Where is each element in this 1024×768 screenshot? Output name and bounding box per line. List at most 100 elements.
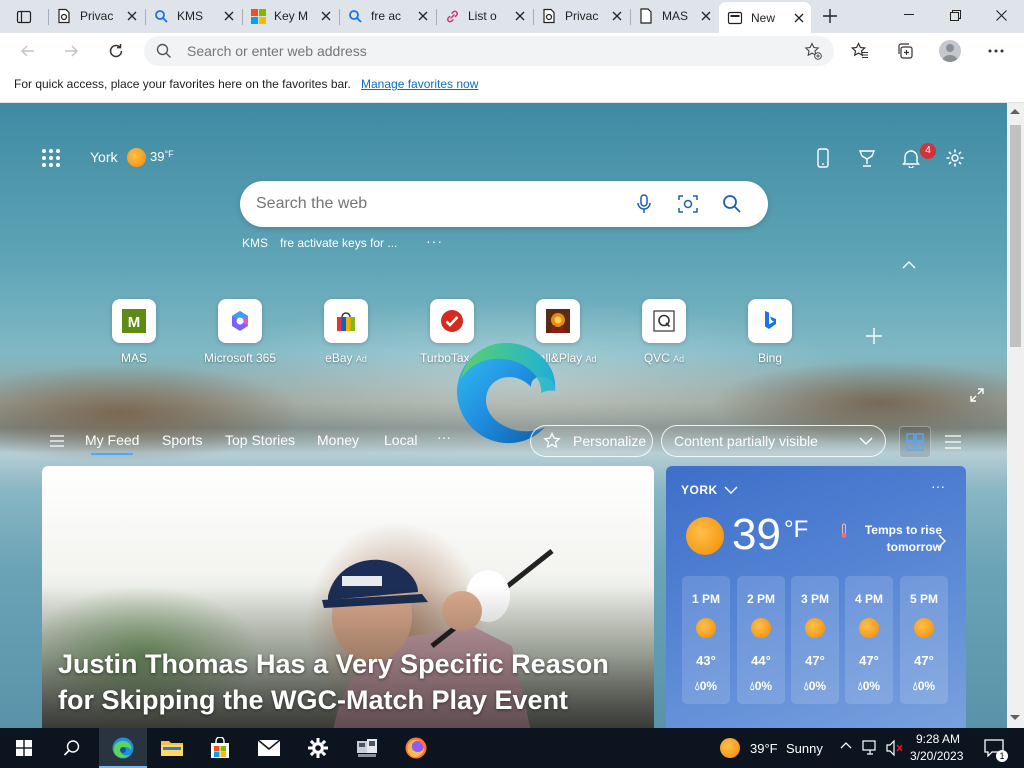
manage-favorites-link[interactable]: Manage favorites now	[361, 77, 478, 91]
ebay-icon	[324, 299, 368, 343]
recent-searches-more[interactable]: ···	[426, 233, 443, 249]
browser-tab-active[interactable]: New	[719, 2, 811, 33]
close-window-button[interactable]	[978, 0, 1024, 30]
scroll-up-arrow-icon[interactable]	[1010, 108, 1020, 114]
browser-tab[interactable]: Privac	[48, 2, 144, 30]
hour-time: 1 PM	[691, 592, 720, 606]
scrollbar-thumb[interactable]	[1010, 125, 1021, 347]
browser-tab[interactable]: KMS	[145, 2, 241, 30]
microphone-icon[interactable]	[633, 193, 655, 215]
close-tab-icon[interactable]	[787, 8, 811, 28]
feed-tab-sports[interactable]: Sports	[162, 432, 202, 448]
feed-tab-my-feed[interactable]: My Feed	[85, 432, 139, 455]
web-search-input[interactable]	[256, 181, 616, 227]
forward-button[interactable]	[57, 37, 85, 65]
quick-link-microsoft-365[interactable]: Microsoft 365	[195, 299, 285, 365]
quick-link-mas[interactable]: M MAS	[89, 299, 179, 365]
featured-article-card[interactable]: Justin Thomas Has a Very Specific Reason…	[42, 466, 654, 728]
clock-date[interactable]: 3/20/2023	[910, 749, 963, 763]
weather-location[interactable]: York	[90, 149, 118, 165]
app-launcher-icon[interactable]	[41, 148, 61, 168]
browser-tab[interactable]: MAS	[630, 2, 718, 30]
restore-button[interactable]	[932, 0, 978, 30]
mobile-phone-icon[interactable]	[810, 146, 836, 170]
weather-forecast-note[interactable]: Temps to rise tomorrow	[856, 522, 942, 556]
close-tab-icon[interactable]	[411, 6, 435, 26]
page-settings-gear-icon[interactable]	[942, 146, 968, 170]
expand-background-icon[interactable]	[970, 388, 984, 402]
browser-tab[interactable]: List o	[436, 2, 532, 30]
minimize-button[interactable]	[886, 0, 932, 30]
close-tab-icon[interactable]	[314, 6, 338, 26]
start-button[interactable]	[0, 728, 48, 768]
close-tab-icon[interactable]	[120, 6, 144, 26]
back-button[interactable]	[14, 37, 42, 65]
content-visibility-dropdown[interactable]: Content partially visible	[661, 425, 886, 457]
add-favorite-icon[interactable]	[804, 42, 822, 60]
personalize-button[interactable]: Personalize	[530, 425, 653, 457]
scroll-down-arrow-icon[interactable]	[1010, 715, 1020, 721]
taskbar-store[interactable]	[196, 728, 244, 768]
volume-muted-icon[interactable]	[886, 740, 904, 756]
chevron-right-icon[interactable]	[938, 534, 946, 548]
taskbar-mail[interactable]	[245, 728, 293, 768]
recent-search[interactable]: KMS	[242, 236, 268, 250]
weather-temperature[interactable]: 39°F	[150, 149, 174, 164]
store-bag-icon	[209, 737, 231, 759]
feed-tabs-more[interactable]: ···	[437, 429, 451, 445]
taskbar-weather-temp[interactable]: 39°F	[750, 741, 778, 756]
list-layout-button[interactable]	[937, 426, 969, 458]
precip-value: 0%	[917, 679, 936, 693]
new-tab-button[interactable]	[818, 5, 842, 27]
close-tab-icon[interactable]	[694, 6, 718, 26]
close-tab-icon[interactable]	[508, 6, 532, 26]
weather-more-button[interactable]: ···	[931, 478, 945, 494]
quick-link-ebay[interactable]: eBay Ad	[301, 299, 391, 365]
feed-tab-money[interactable]: Money	[317, 432, 359, 448]
close-tab-icon[interactable]	[217, 6, 241, 26]
taskbar-file-explorer[interactable]	[148, 728, 196, 768]
address-bar[interactable]	[144, 36, 834, 66]
grid-layout-button[interactable]	[899, 426, 931, 458]
network-icon[interactable]	[862, 740, 880, 756]
rewards-trophy-icon[interactable]	[854, 146, 880, 170]
favorites-button[interactable]	[846, 37, 874, 65]
close-tab-icon[interactable]	[605, 6, 629, 26]
taskbar-weather-sun-icon[interactable]	[720, 738, 740, 758]
weather-card[interactable]: YORK ··· 39 °F Temps to rise tomorrow 1 …	[666, 466, 966, 728]
browser-tab[interactable]: Key M	[242, 2, 338, 30]
vertical-scrollbar[interactable]	[1007, 103, 1024, 728]
sun-icon	[751, 618, 771, 638]
settings-menu-button[interactable]	[982, 37, 1010, 65]
taskbar-edge[interactable]	[99, 728, 147, 768]
taskbar-settings[interactable]	[294, 728, 342, 768]
refresh-button[interactable]	[102, 37, 130, 65]
quick-link-bing[interactable]: Bing	[725, 299, 815, 365]
add-quick-link-icon[interactable]	[865, 327, 883, 345]
sun-icon	[914, 618, 934, 638]
taskbar-search-button[interactable]	[48, 728, 96, 768]
show-hidden-icons-chevron-icon[interactable]	[840, 741, 852, 749]
taskbar-firefox[interactable]	[392, 728, 440, 768]
feed-tab-local[interactable]: Local	[384, 432, 417, 448]
browser-tab[interactable]: fre ac	[339, 2, 435, 30]
ad-label: Ad	[355, 354, 367, 364]
taskbar-network-app[interactable]	[343, 728, 391, 768]
quick-link-qvc[interactable]: QVC Ad	[619, 299, 709, 365]
address-input[interactable]	[187, 36, 787, 66]
collections-button[interactable]	[891, 37, 919, 65]
article-headline[interactable]: Justin Thomas Has a Very Specific Reason…	[58, 646, 643, 718]
hamburger-menu-icon[interactable]	[49, 435, 65, 447]
feed-tab-top-stories[interactable]: Top Stories	[225, 432, 295, 448]
weather-city[interactable]: YORK	[681, 483, 738, 497]
profile-avatar[interactable]	[939, 40, 961, 62]
tab-actions-button[interactable]	[8, 6, 40, 28]
browser-tab[interactable]: Privac	[533, 2, 629, 30]
clock-time[interactable]: 9:28 AM	[916, 732, 960, 746]
chevron-up-icon[interactable]	[902, 261, 916, 269]
search-submit-icon[interactable]	[721, 193, 743, 215]
taskbar-weather-condition[interactable]: Sunny	[786, 741, 823, 756]
web-search-box[interactable]	[240, 181, 768, 227]
recent-search[interactable]: fre activate keys for ...	[280, 236, 397, 250]
visual-search-icon[interactable]	[677, 193, 699, 215]
